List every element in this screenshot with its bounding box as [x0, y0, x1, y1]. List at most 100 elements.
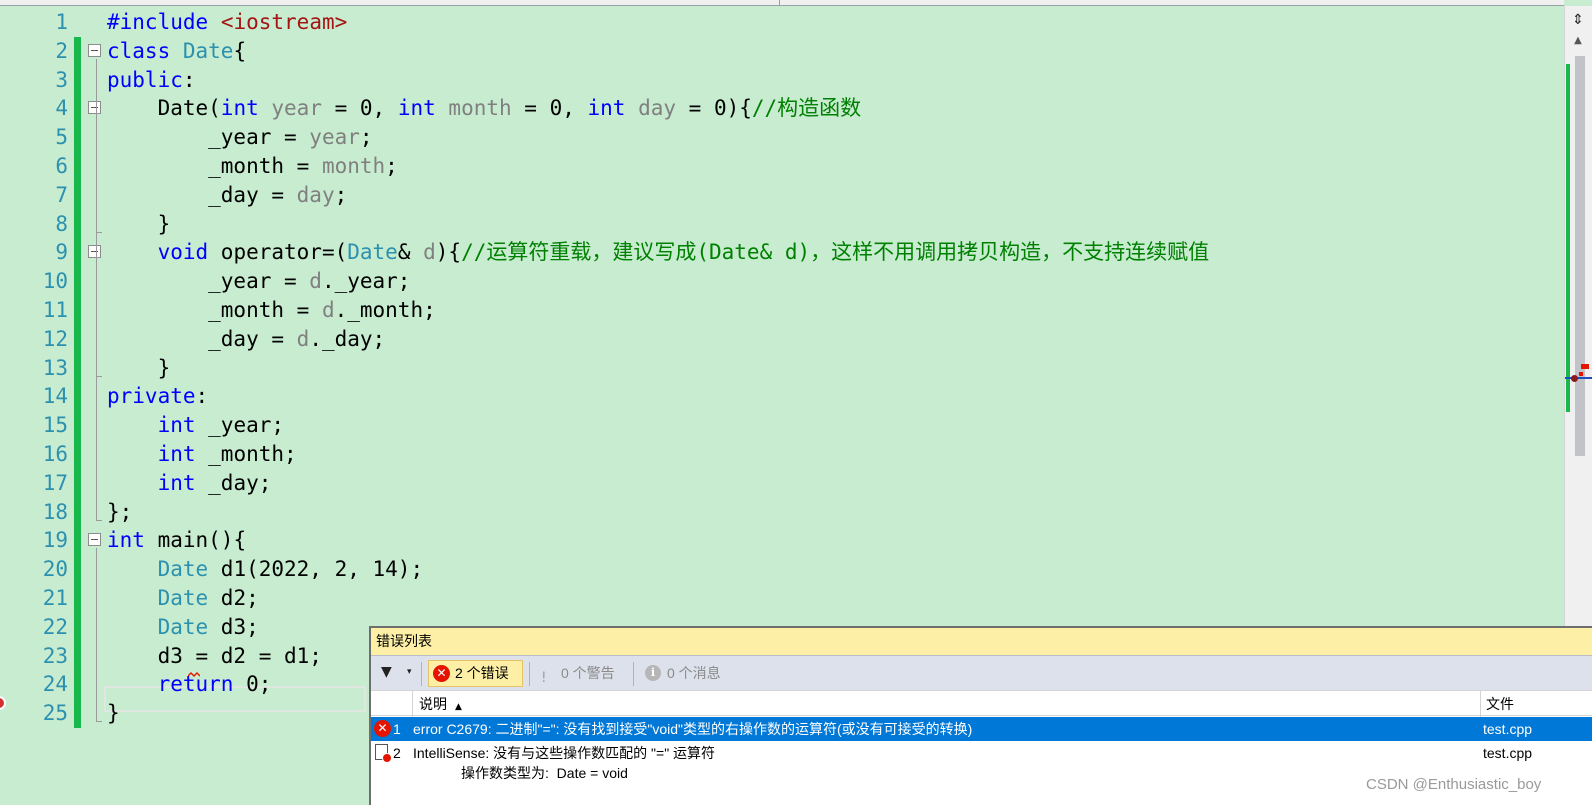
collapse-outline-icon[interactable] — [88, 533, 101, 547]
warnings-filter-button[interactable]: ! 0 个警告 — [539, 660, 615, 687]
line-number: 24 — [42, 672, 68, 697]
code-line[interactable]: 7 _day = day; — [0, 180, 1548, 210]
line-number: 8 — [55, 211, 68, 236]
file-column-header[interactable]: 文件 — [1480, 691, 1514, 717]
code-text[interactable]: public: — [107, 66, 196, 95]
error-list-header: 说明 ▲ 文件 — [371, 690, 1592, 717]
code-text[interactable]: _day = d._day; — [107, 325, 385, 354]
line-number: 5 — [55, 125, 68, 150]
change-indicator — [74, 612, 81, 642]
messages-filter-label: 0 个消息 — [667, 665, 721, 681]
outline-guide — [96, 260, 97, 376]
code-text[interactable]: class Date{ — [107, 37, 246, 66]
code-text[interactable]: private: — [107, 382, 208, 411]
line-number: 9 — [55, 240, 68, 265]
code-text[interactable]: Date d2; — [107, 584, 259, 613]
filter-dropdown-icon[interactable]: ▾ — [407, 667, 412, 677]
code-line[interactable]: 8 } — [0, 209, 1548, 239]
code-text[interactable]: _month = month; — [107, 152, 398, 181]
toolbar-separator — [421, 662, 422, 686]
scroll-up-arrow-icon[interactable]: ▲ — [1569, 34, 1587, 48]
description-header-label: 说明 — [419, 696, 447, 712]
messages-filter-button[interactable]: i 0 个消息 — [643, 660, 721, 687]
line-number: 14 — [42, 384, 68, 409]
collapse-outline-icon[interactable] — [88, 245, 101, 259]
description-column-header[interactable]: 说明 ▲ — [419, 691, 462, 720]
code-line[interactable]: 3 public: — [0, 65, 1548, 95]
code-text[interactable]: return 0; — [107, 670, 272, 699]
intellisense-error-icon — [375, 744, 392, 763]
code-line[interactable]: 19 int main(){ — [0, 526, 1548, 556]
code-line[interactable]: 15 int _year; — [0, 411, 1548, 441]
code-text[interactable]: _month = d._month; — [107, 296, 436, 325]
code-line[interactable]: 6 _month = month; — [0, 152, 1548, 181]
code-line[interactable]: 16 int _month; — [0, 440, 1548, 469]
change-indicator — [74, 699, 81, 729]
error-list-title[interactable]: 错误列表 — [371, 628, 1592, 655]
code-text[interactable]: } — [107, 210, 171, 239]
code-text[interactable]: int _day; — [107, 469, 272, 498]
scrollbar-thumb[interactable] — [1575, 56, 1585, 456]
change-indicator — [74, 65, 81, 95]
code-text[interactable]: _year = d._year; — [107, 267, 410, 296]
code-line[interactable]: 21 Date d2; — [0, 584, 1548, 613]
error-row[interactable]: ✕ 1 error C2679: 二进制"=": 没有找到接受"void"类型的… — [371, 717, 1592, 741]
change-indicator — [74, 267, 81, 297]
change-indicator — [74, 180, 81, 210]
code-line[interactable]: 14 private: — [0, 382, 1548, 412]
code-text[interactable]: Date(int year = 0, int month = 0, int da… — [107, 94, 862, 123]
change-indicator — [74, 94, 81, 124]
code-text[interactable]: }; — [107, 498, 132, 527]
code-text[interactable]: int _year; — [107, 411, 284, 440]
code-line[interactable]: 13 } — [0, 353, 1548, 383]
change-indicator — [74, 411, 81, 441]
code-line[interactable]: 18}; — [0, 497, 1548, 527]
line-number: 10 — [42, 269, 68, 294]
change-indicator — [74, 152, 81, 181]
code-text[interactable]: #include <iostream> — [107, 8, 347, 37]
change-indicator — [74, 440, 81, 469]
code-text[interactable]: } — [107, 699, 120, 728]
errors-filter-button[interactable]: ✕ 2 个错误 — [428, 660, 523, 687]
outline-guide-end — [96, 721, 102, 723]
error-list-toolbar: ▼ ▾ ✕ 2 个错误 ! 0 个警告 i 0 个消息 — [371, 655, 1592, 690]
code-line[interactable]: 9 void operator=(Date& d){//运算符重载，建议写成(D… — [0, 238, 1548, 268]
line-number: 20 — [42, 557, 68, 582]
code-text[interactable]: Date d1(2022, 2, 14); — [107, 555, 424, 584]
code-text[interactable]: _day = day; — [107, 181, 347, 210]
code-text[interactable]: void operator=(Date& d){//运算符重载，建议写成(Dat… — [107, 238, 1210, 267]
code-line[interactable]: 17 int _day; — [0, 468, 1548, 498]
line-number: 13 — [42, 355, 68, 380]
caret-position-marker — [1565, 377, 1592, 379]
collapse-outline-icon[interactable] — [88, 101, 101, 115]
breakpoint-map-marker — [1571, 375, 1578, 382]
code-text[interactable]: _year = year; — [107, 123, 372, 152]
error-row-number: 1 — [393, 721, 401, 737]
code-line[interactable]: 10 _year = d._year; — [0, 267, 1548, 297]
code-line[interactable]: 2 class Date{ — [0, 36, 1548, 66]
code-line[interactable]: 11 _month = d._month; — [0, 296, 1548, 325]
change-indicator — [74, 353, 81, 383]
code-line[interactable]: 20 Date d1(2022, 2, 14); — [0, 555, 1548, 585]
change-indicator — [74, 526, 81, 556]
filter-icon[interactable]: ▼ — [381, 664, 392, 680]
code-text[interactable]: } — [107, 354, 171, 383]
code-line[interactable]: 12 _day = d._day; — [0, 324, 1548, 354]
watermark: CSDN @Enthusiastic_boy — [1366, 776, 1542, 793]
icon-column-header[interactable] — [371, 691, 413, 717]
code-text[interactable]: Date d3; — [107, 613, 259, 642]
code-text[interactable]: d3 = d2 = d1; — [107, 642, 322, 671]
code-line[interactable]: 5 _year = year; — [0, 123, 1548, 153]
code-line[interactable]: 4 Date(int year = 0, int month = 0, int … — [0, 94, 1548, 124]
error-map-marker-small — [1579, 372, 1583, 376]
code-line[interactable]: 1 #include <iostream> — [0, 8, 1548, 37]
collapse-outline-icon[interactable] — [88, 43, 101, 57]
change-indicator — [74, 382, 81, 412]
error-map-marker — [1581, 364, 1589, 369]
error-row-description: error C2679: 二进制"=": 没有找到接受"void"类型的右操作数… — [413, 721, 973, 737]
change-indicator — [74, 324, 81, 354]
code-text[interactable]: int main(){ — [107, 526, 246, 555]
error-row-file: test.cpp — [1483, 745, 1533, 761]
code-text[interactable]: int _month; — [107, 440, 297, 469]
split-window-icon[interactable]: ⇕ — [1569, 12, 1587, 28]
